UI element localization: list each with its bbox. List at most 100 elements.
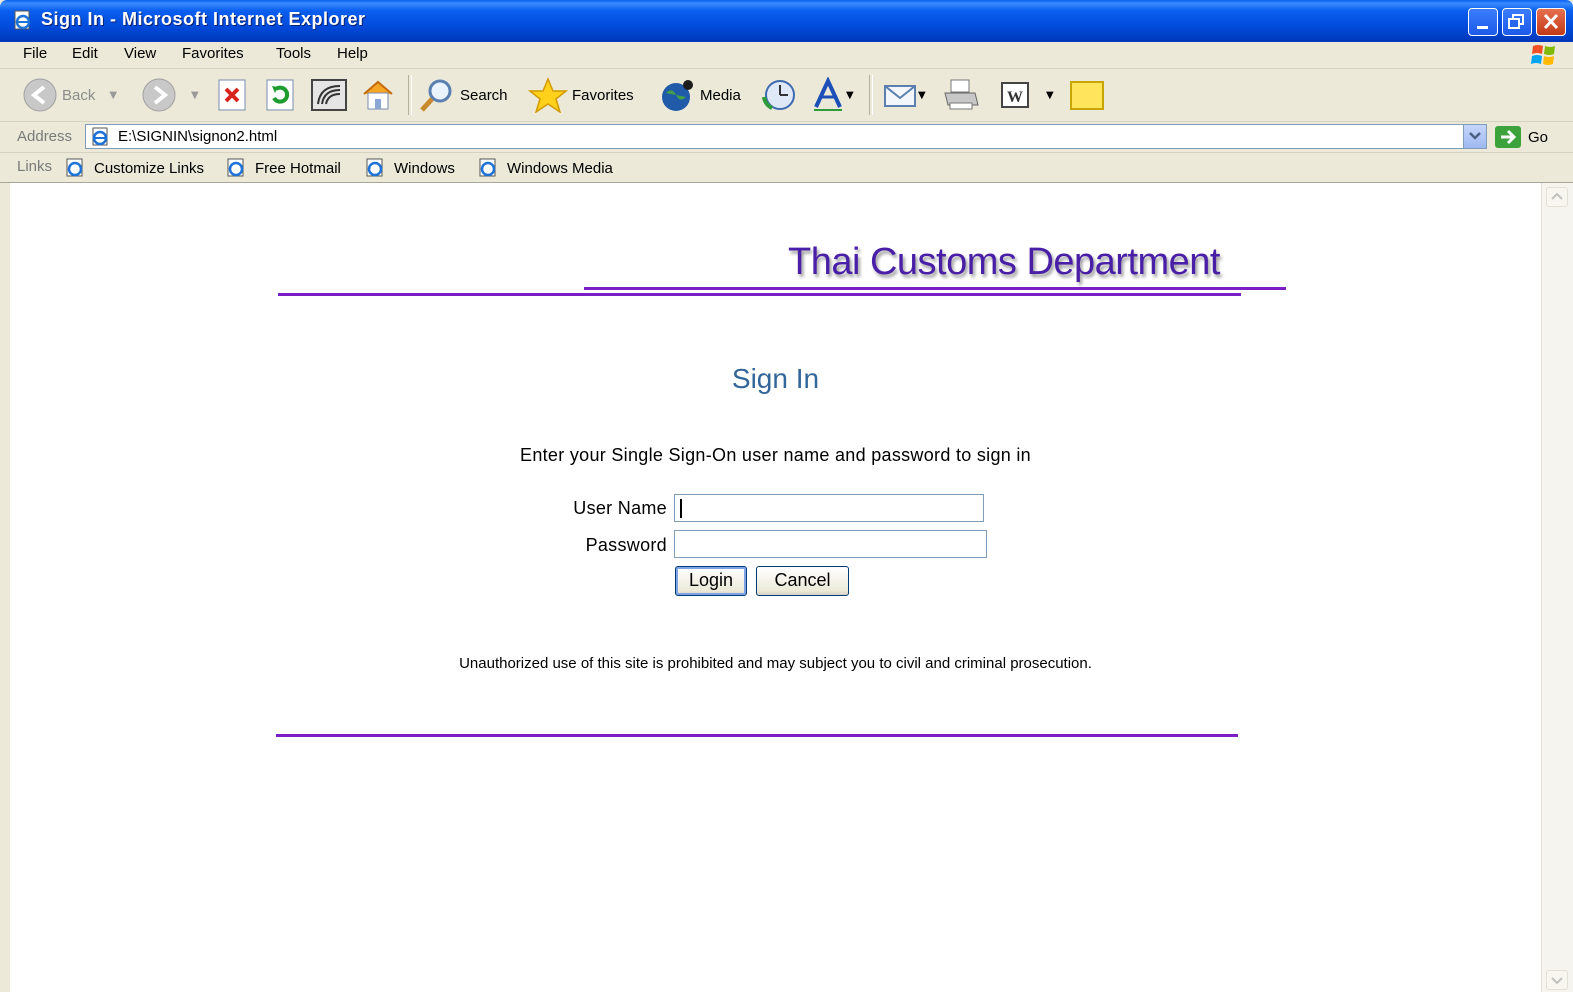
home-button[interactable] (360, 77, 396, 113)
search-icon (420, 79, 452, 112)
refresh-icon (266, 79, 294, 111)
link-windows-media[interactable]: Windows Media (477, 157, 613, 179)
toolbar-separator (408, 75, 412, 115)
address-url: E:\SIGNIN\signon2.html (118, 128, 278, 145)
tv-icon (311, 79, 347, 111)
back-arrow-icon (23, 78, 57, 112)
login-button[interactable]: Login (675, 566, 747, 596)
close-icon (1543, 13, 1559, 30)
go-arrow-icon (1495, 126, 1521, 148)
windows-logo-icon (1531, 45, 1555, 65)
scroll-up-button[interactable] (1546, 187, 1568, 207)
link-label: Customize Links (94, 159, 205, 177)
chevron-down-icon (1551, 977, 1563, 985)
favorites-label: Favorites (572, 86, 634, 104)
discuss-button[interactable] (1068, 77, 1106, 113)
site-banner: Thai Customs Department (788, 241, 1221, 283)
menu-bar: File Edit View Favorites Tools Help (0, 42, 1573, 69)
favorites-button[interactable]: Favorites (528, 77, 634, 113)
legal-warning: Unauthorized use of this site is prohibi… (459, 655, 1092, 672)
ie-page-icon (66, 158, 83, 177)
go-label: Go (1528, 128, 1549, 146)
link-customize-links[interactable]: Customize Links (64, 157, 204, 179)
fullscreen-button[interactable] (310, 77, 348, 113)
mail-dropdown-icon[interactable]: ▼ (918, 90, 926, 101)
history-clock-icon (762, 80, 795, 110)
search-button[interactable]: Search (418, 77, 508, 113)
close-button[interactable] (1536, 8, 1566, 36)
back-dropdown-icon[interactable]: ▼ (109, 90, 117, 101)
menu-view[interactable]: View (124, 45, 156, 62)
back-label: Back (62, 86, 96, 104)
link-label: Windows Media (507, 159, 613, 177)
menu-file[interactable]: File (23, 45, 47, 62)
font-size-dropdown-icon[interactable]: ▼ (846, 90, 854, 101)
cancel-button[interactable]: Cancel (756, 566, 849, 596)
ie-page-icon (227, 158, 244, 177)
font-size-button[interactable]: ▼ (812, 77, 854, 113)
restore-icon (1508, 14, 1524, 29)
vertical-scrollbar[interactable] (1541, 183, 1573, 992)
minimize-button[interactable] (1468, 8, 1498, 36)
ie-page-icon (14, 10, 31, 30)
address-label: Address (17, 128, 73, 145)
menu-help[interactable]: Help (337, 45, 368, 62)
page-content: Thai Customs Department Sign In Enter yo… (10, 183, 1541, 992)
link-label: Windows (394, 159, 455, 177)
forward-arrow-icon (142, 78, 176, 112)
text-caret (680, 499, 682, 518)
printer-icon (944, 79, 979, 110)
star-icon (528, 77, 568, 113)
password-label: Password (585, 535, 667, 555)
stop-icon (218, 79, 246, 111)
ie-page-icon (479, 158, 496, 177)
go-button[interactable]: Go (1494, 125, 1548, 149)
ie-page-icon (92, 127, 108, 146)
search-label: Search (460, 86, 508, 104)
title-bar[interactable]: Sign In - Microsoft Internet Explorer (0, 0, 1573, 42)
chevron-down-icon (1469, 132, 1481, 140)
media-label: Media (700, 86, 741, 104)
banner-underline (584, 287, 1286, 290)
media-button[interactable]: Media (658, 77, 741, 113)
stop-button[interactable] (216, 77, 248, 113)
links-label: Links (17, 158, 53, 175)
edit-dropdown-icon[interactable]: ▼ (1046, 90, 1054, 101)
password-input[interactable] (674, 530, 987, 558)
font-size-icon (814, 77, 842, 111)
back-button[interactable]: Back ▼ (22, 77, 117, 113)
menu-tools[interactable]: Tools (276, 45, 311, 62)
top-divider (278, 293, 1241, 296)
history-button[interactable] (760, 77, 798, 113)
forward-dropdown-icon[interactable]: ▼ (191, 90, 199, 101)
browser-window: Sign In - Microsoft Internet Explorer Fi… (0, 0, 1573, 992)
forward-button[interactable]: ▼ (141, 77, 199, 113)
restore-button[interactable] (1502, 8, 1532, 36)
link-free-hotmail[interactable]: Free Hotmail (225, 157, 341, 179)
mail-button[interactable]: ▼ (882, 77, 926, 113)
menu-favorites[interactable]: Favorites (182, 45, 244, 62)
svg-text:W: W (1007, 89, 1023, 106)
home-icon (363, 80, 393, 110)
media-globe-icon (662, 80, 693, 111)
address-dropdown-button[interactable] (1463, 125, 1486, 148)
address-input[interactable]: E:\SIGNIN\signon2.html (85, 124, 1487, 149)
refresh-button[interactable] (264, 77, 298, 113)
link-label: Free Hotmail (255, 159, 341, 177)
toolbar-separator (869, 75, 873, 115)
link-windows[interactable]: Windows (364, 157, 455, 179)
minimize-icon (1477, 26, 1488, 29)
scroll-down-button[interactable] (1546, 970, 1568, 990)
ie-page-icon (366, 158, 383, 177)
sign-in-instructions: Enter your Single Sign-On user name and … (520, 445, 1031, 465)
page-title: Sign In (731, 363, 820, 394)
sticky-note-icon (1070, 81, 1104, 110)
bottom-divider (276, 734, 1238, 737)
address-bar: Address E:\SIGNIN\signon2.html Go (0, 122, 1573, 153)
word-icon: W (1001, 82, 1029, 108)
menu-edit[interactable]: Edit (72, 45, 98, 62)
print-button[interactable] (942, 77, 980, 113)
username-input[interactable] (674, 494, 984, 522)
standard-toolbar: Back ▼ ▼ Search Favorites Media ▼ ▼ W ▼ (0, 69, 1573, 122)
edit-button[interactable]: W ▼ (1000, 77, 1054, 113)
